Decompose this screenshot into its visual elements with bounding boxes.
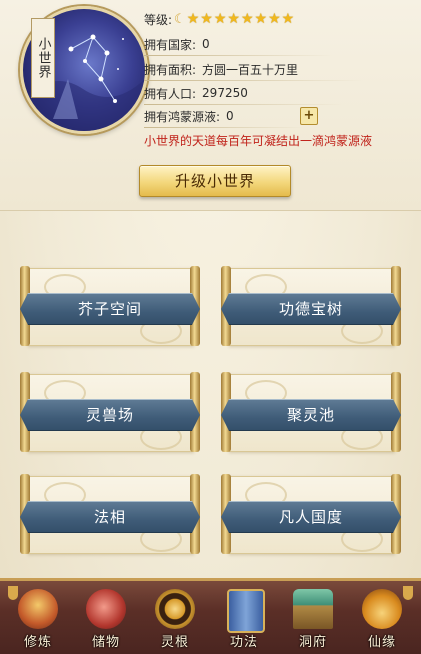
moon-icon: ☾ [174, 11, 186, 27]
star-icon: ★ [227, 11, 240, 27]
level-stars: ☾ ★ ★ ★ ★ ★ ★ ★ ★ [174, 12, 295, 27]
essence-value: 0 [226, 109, 234, 123]
nav-spirit-root[interactable]: 灵根 [145, 581, 205, 654]
building-card-dharma-form[interactable]: 法相 [20, 474, 200, 554]
area-row: 拥有面积: 方圆一百五十万里 [144, 60, 364, 81]
add-essence-button[interactable]: + [300, 107, 318, 125]
treasure-bag-icon [86, 589, 126, 629]
star-icon: ★ [254, 11, 268, 27]
world-name-banner: 小世界 [31, 18, 55, 98]
scripture-icon [227, 589, 265, 633]
left-tassel [8, 586, 18, 600]
area-label: 拥有面积: [144, 62, 197, 77]
cave-mansion-icon [293, 589, 333, 629]
upgrade-world-button[interactable]: 升级小世界 [139, 165, 291, 197]
cultivator-icon [18, 589, 58, 629]
small-world-screen: 小世界 等级: ☾ ★ ★ ★ ★ ★ ★ ★ ★ 拥有国家: 0 拥有面积: … [0, 0, 421, 654]
building-label: 芥子空间 [20, 293, 200, 325]
essence-row: 拥有鸿蒙源液: 0 [144, 107, 304, 128]
population-label: 拥有人口: [144, 86, 197, 101]
countries-row: 拥有国家: 0 [144, 35, 334, 56]
world-info-panel: 小世界 等级: ☾ ★ ★ ★ ★ ★ ★ ★ ★ 拥有国家: 0 拥有面积: … [0, 0, 421, 211]
level-row: 等级: ☾ ★ ★ ★ ★ ★ ★ ★ ★ [144, 10, 295, 28]
nav-techniques[interactable]: 功法 [214, 581, 274, 654]
building-card-merit-tree[interactable]: 功德宝树 [221, 266, 401, 346]
essence-notice: 小世界的天道每百年可凝结出一滴鸿蒙源液 [144, 134, 373, 148]
star-icon: ★ [213, 11, 227, 27]
star-icon: ★ [281, 11, 295, 27]
star-icon: ★ [240, 11, 254, 27]
building-label: 聚灵池 [221, 399, 401, 431]
countries-label: 拥有国家: [144, 37, 197, 52]
population-row: 拥有人口: 297250 [144, 84, 344, 105]
spirit-root-icon [155, 589, 195, 629]
star-icon: ★ [186, 11, 200, 27]
population-value: 297250 [202, 86, 248, 100]
building-card-mustard-space[interactable]: 芥子空间 [20, 266, 200, 346]
building-card-spirit-pool[interactable]: 聚灵池 [221, 372, 401, 452]
gourd-icon [362, 589, 402, 629]
star-icon: ★ [200, 11, 213, 27]
building-label: 功德宝树 [221, 293, 401, 325]
building-label: 凡人国度 [221, 501, 401, 533]
building-card-beast-field[interactable]: 灵兽场 [20, 372, 200, 452]
essence-label: 拥有鸿蒙源液: [144, 109, 221, 124]
building-label: 灵兽场 [20, 399, 200, 431]
nav-cave-mansion[interactable]: 洞府 [283, 581, 343, 654]
area-value: 方圆一百五十万里 [202, 62, 299, 77]
nav-storage[interactable]: 储物 [76, 581, 136, 654]
countries-value: 0 [202, 37, 210, 51]
star-icon: ★ [268, 11, 281, 27]
level-label: 等级: [144, 12, 173, 27]
bottom-nav: 修炼 储物 灵根 功法 洞府 仙缘 [0, 578, 421, 654]
right-tassel [403, 586, 413, 600]
building-label: 法相 [20, 501, 200, 533]
building-card-mortal-kingdom[interactable]: 凡人国度 [221, 474, 401, 554]
